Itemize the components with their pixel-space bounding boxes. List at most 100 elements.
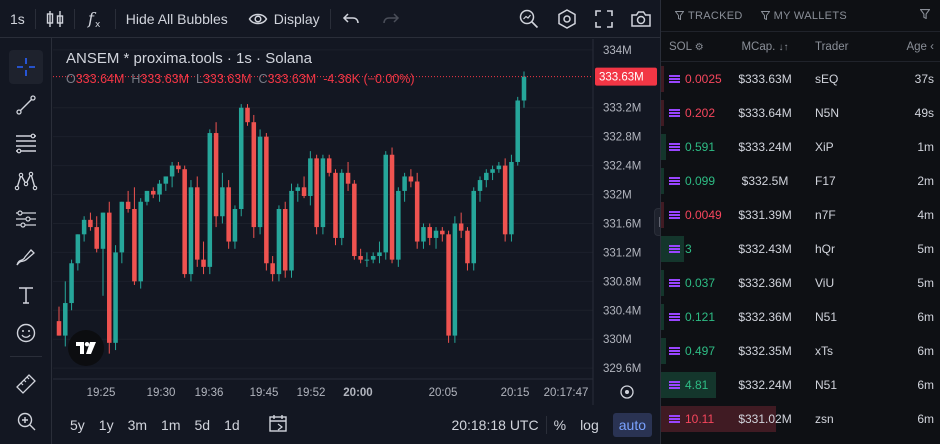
auto-scale-toggle[interactable]: auto (612, 412, 652, 437)
percent-scale-toggle[interactable]: % (547, 417, 573, 433)
trade-trader[interactable]: sEQ (805, 72, 885, 86)
symbol-search-button[interactable] (510, 0, 548, 38)
drawing-toolbar (0, 38, 52, 444)
zoom-tool[interactable] (9, 404, 43, 438)
interval-button[interactable]: 1s (0, 0, 35, 38)
trade-row[interactable]: 4.81 $332.24M N51 6m (661, 368, 940, 402)
display-button[interactable]: Display (238, 0, 330, 38)
fullscreen-button[interactable] (586, 0, 622, 38)
candle-body (427, 227, 433, 238)
indicators-button[interactable]: fx (75, 0, 115, 38)
trade-trader[interactable]: N51 (805, 310, 885, 324)
range-buttons: 5y 1y 3m 1m 5d 1d (53, 417, 247, 433)
chart-legend-title: ANSEM * proxima.tools · 1s · Solana (66, 50, 312, 67)
brush-tool[interactable] (9, 240, 43, 274)
screenshot-button[interactable] (622, 0, 660, 38)
candle-body (182, 169, 187, 275)
trade-row[interactable]: 0.037 $332.36M ViU 5m (661, 266, 940, 300)
candle-body (326, 158, 332, 173)
auto-scale-toggle-wrap: auto (606, 412, 660, 437)
candle-body (396, 190, 401, 260)
range-button-5y[interactable]: 5y (63, 417, 92, 433)
trade-mcap: $333.24M (738, 140, 792, 154)
tab-my-wallets[interactable]: MY WALLETS (743, 10, 847, 22)
candle-body (339, 172, 345, 238)
col-age-header[interactable]: Age ‹ (885, 41, 940, 53)
trend-line-tool[interactable] (9, 88, 43, 122)
filter-icon (675, 11, 684, 20)
range-button-1d[interactable]: 1d (217, 417, 247, 433)
range-button-5d[interactable]: 5d (188, 417, 218, 433)
panel-filter-button[interactable] (919, 9, 940, 22)
goto-date-button[interactable] (261, 413, 295, 436)
candle-body (113, 252, 118, 343)
trade-row[interactable]: 0.202 $333.64M N5N 49s (661, 96, 940, 130)
range-button-3m[interactable]: 3m (121, 417, 154, 433)
svg-text:x: x (95, 20, 101, 29)
redo-button[interactable] (371, 0, 411, 38)
trade-row[interactable]: 0.0025 $333.63M sEQ 37s (661, 62, 940, 96)
sort-icon: ↓↑ (778, 41, 789, 53)
trade-row[interactable]: 0.591 $333.24M XiP 1m (661, 130, 940, 164)
price-tick-label: 331.6M (603, 218, 641, 230)
candle-body (295, 187, 301, 191)
trade-row[interactable]: 10.11 $331.02M zsn 6m (661, 402, 940, 436)
undo-button[interactable] (331, 0, 371, 38)
trade-age: 6m (917, 378, 934, 392)
solana-icon (669, 415, 680, 423)
trade-mcap: $331.02M (738, 412, 792, 426)
trade-trader[interactable]: ViU (805, 276, 885, 290)
trade-age: 37s (914, 72, 934, 86)
crosshair-tool[interactable] (9, 50, 43, 84)
col-sol-header[interactable]: SOL ⚙ (661, 41, 725, 53)
candle-body (63, 303, 68, 336)
range-button-1y[interactable]: 1y (92, 417, 121, 433)
trade-row[interactable]: 0.0049 $331.39M n7F 4m (661, 198, 940, 232)
log-scale-toggle[interactable]: log (573, 417, 606, 433)
trade-trader[interactable]: XiP (805, 140, 885, 154)
candlestick-chart[interactable]: 334M 333.2M 332.8M 332.4M 332M 331.6M 331.2M 33… (53, 39, 660, 405)
trade-age: 4m (917, 208, 934, 222)
measure-tool[interactable] (9, 366, 43, 400)
trade-trader[interactable]: hQr (805, 242, 885, 256)
time-tick-label: 19:36 (195, 387, 224, 399)
text-tool[interactable] (9, 278, 43, 312)
crosshair-icon (17, 58, 35, 76)
trade-trader[interactable]: xTs (805, 344, 885, 358)
trade-trader[interactable]: zsn (805, 412, 885, 426)
candle-body (421, 227, 426, 242)
col-mcap-header[interactable]: MCap. ↓↑ (725, 41, 805, 53)
col-trader-header[interactable]: Trader (805, 41, 885, 53)
settings-hexagon-icon (558, 8, 576, 29)
candle-body (345, 172, 351, 184)
utc-clock[interactable]: 20:18:18 UTC (444, 417, 545, 433)
trade-row[interactable]: 0.497 $332.35M xTs 6m (661, 334, 940, 368)
trade-age: 49s (914, 106, 934, 120)
ohlc-c-label: C (258, 72, 268, 86)
trade-trader[interactable]: N5N (805, 106, 885, 120)
prediction-tool[interactable] (9, 202, 43, 236)
trade-row[interactable]: 0.099 $332.5M F17 2m (661, 164, 940, 198)
fullscreen-icon (595, 9, 613, 28)
candle-body (132, 209, 137, 282)
solana-icon (669, 279, 680, 287)
trade-trader[interactable]: F17 (805, 174, 885, 188)
trade-row[interactable]: 0.121 $332.36M N51 6m (661, 300, 940, 334)
pattern-tool[interactable] (9, 164, 43, 198)
chart-pane[interactable]: 334M 333.2M 332.8M 332.4M 332M 331.6M 331.2M 33… (53, 39, 660, 405)
chart-type-button[interactable] (36, 0, 74, 38)
settings-button[interactable] (548, 0, 586, 38)
hide-bubbles-button[interactable]: Hide All Bubbles (116, 0, 238, 38)
candle-body (509, 161, 514, 235)
emoji-tool[interactable] (9, 316, 43, 350)
tab-tracked[interactable]: TRACKED (661, 10, 743, 22)
candle-body (490, 169, 495, 173)
trade-trader[interactable]: N51 (805, 378, 885, 392)
candle-body (352, 183, 357, 257)
trade-trader[interactable]: n7F (805, 208, 885, 222)
range-button-1m[interactable]: 1m (154, 417, 187, 433)
fib-tool[interactable] (9, 126, 43, 160)
candle-body (333, 172, 338, 238)
trade-row[interactable]: 3 $332.43M hQr 5m (661, 232, 940, 266)
tradingview-logo[interactable] (68, 330, 104, 366)
